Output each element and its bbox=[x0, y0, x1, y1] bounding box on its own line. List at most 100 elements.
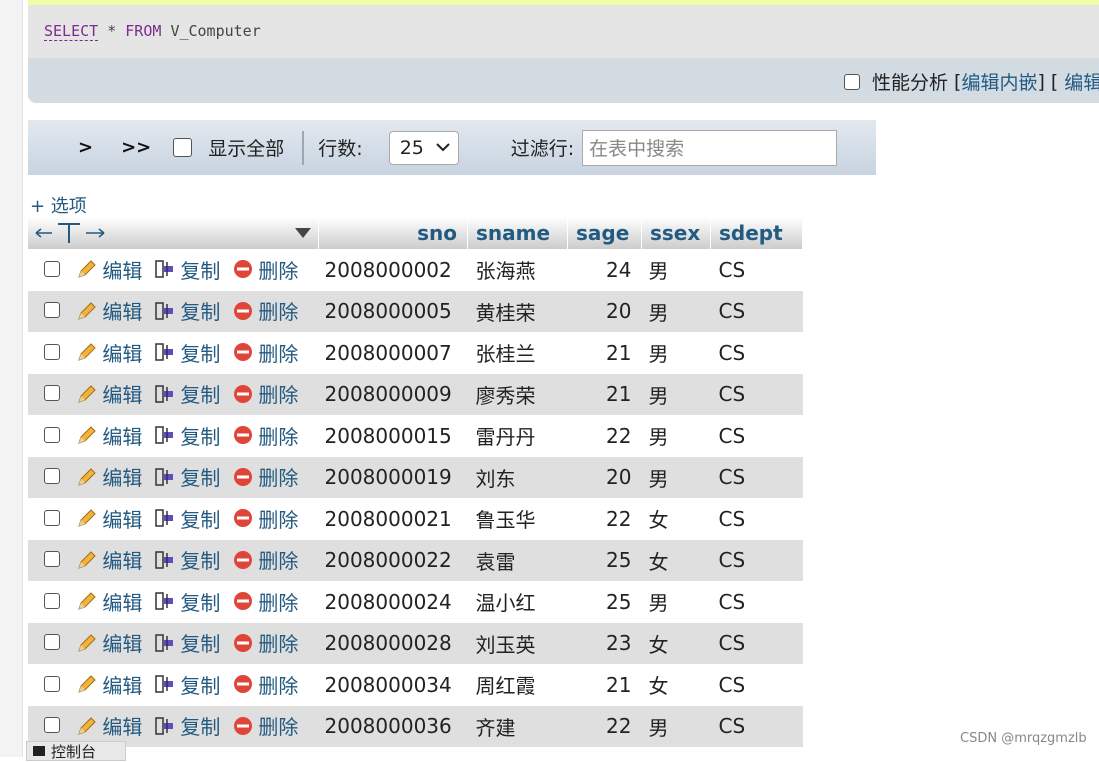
row-copy-button[interactable]: 复制 bbox=[154, 670, 220, 699]
cell-sno[interactable]: 2008000019 bbox=[318, 456, 468, 498]
cell-sno[interactable]: 2008000036 bbox=[318, 705, 468, 747]
row-edit-button[interactable]: 编辑 bbox=[76, 296, 142, 325]
row-checkbox[interactable] bbox=[44, 551, 61, 568]
row-delete-button[interactable]: 删除 bbox=[232, 628, 298, 657]
cell-sno[interactable]: 2008000009 bbox=[318, 373, 468, 415]
cell-sdept[interactable]: CS bbox=[710, 539, 803, 581]
row-delete-button[interactable]: 删除 bbox=[232, 296, 298, 325]
cell-ssex[interactable]: 男 bbox=[641, 373, 711, 415]
cell-ssex[interactable]: 男 bbox=[641, 290, 711, 332]
column-header-sno[interactable]: sno bbox=[318, 217, 468, 249]
cell-sname[interactable]: 黄桂荣 bbox=[467, 290, 568, 332]
row-copy-button[interactable]: 复制 bbox=[154, 421, 220, 450]
row-checkbox[interactable] bbox=[44, 343, 61, 360]
row-checkbox[interactable] bbox=[44, 302, 61, 319]
cell-sname[interactable]: 鲁玉华 bbox=[467, 498, 568, 540]
console-tab[interactable]: 控制台 bbox=[26, 741, 126, 761]
row-edit-button[interactable]: 编辑 bbox=[76, 711, 142, 740]
row-copy-button[interactable]: 复制 bbox=[154, 462, 220, 491]
cell-sname[interactable]: 廖秀荣 bbox=[467, 373, 568, 415]
row-edit-button[interactable]: 编辑 bbox=[76, 338, 142, 367]
column-header-sdept[interactable]: sdept bbox=[710, 217, 803, 249]
cell-ssex[interactable]: 男 bbox=[641, 456, 711, 498]
row-copy-button[interactable]: 复制 bbox=[154, 587, 220, 616]
filter-rows-input[interactable]: 在表中搜索 bbox=[582, 129, 838, 166]
cell-sage[interactable]: 23 bbox=[567, 622, 642, 664]
cell-sage[interactable]: 20 bbox=[567, 290, 642, 332]
cell-sage[interactable]: 22 bbox=[567, 705, 642, 747]
cell-sname[interactable]: 齐建 bbox=[467, 705, 568, 747]
row-copy-button[interactable]: 复制 bbox=[154, 255, 220, 284]
row-delete-button[interactable]: 删除 bbox=[232, 462, 298, 491]
row-checkbox[interactable] bbox=[44, 260, 61, 277]
cell-sage[interactable]: 21 bbox=[567, 373, 642, 415]
row-edit-button[interactable]: 编辑 bbox=[76, 421, 142, 450]
row-edit-button[interactable]: 编辑 bbox=[76, 255, 142, 284]
cell-sage[interactable]: 21 bbox=[567, 332, 642, 374]
cell-sdept[interactable]: CS bbox=[710, 249, 803, 291]
row-delete-button[interactable]: 删除 bbox=[232, 545, 298, 574]
cell-sno[interactable]: 2008000034 bbox=[318, 664, 468, 706]
cell-sage[interactable]: 21 bbox=[567, 664, 642, 706]
row-copy-button[interactable]: 复制 bbox=[154, 296, 220, 325]
cell-ssex[interactable]: 女 bbox=[641, 539, 711, 581]
cell-sno[interactable]: 2008000005 bbox=[318, 290, 468, 332]
next-page-button[interactable]: > bbox=[78, 137, 93, 158]
row-copy-button[interactable]: 复制 bbox=[154, 379, 220, 408]
cell-sdept[interactable]: CS bbox=[710, 622, 803, 664]
cell-ssex[interactable]: 女 bbox=[641, 498, 711, 540]
row-checkbox[interactable] bbox=[44, 717, 61, 734]
cell-sname[interactable]: 张海燕 bbox=[467, 249, 568, 291]
cell-sage[interactable]: 24 bbox=[567, 249, 642, 291]
column-header-ssex[interactable]: ssex bbox=[641, 217, 711, 249]
cell-sname[interactable]: 周红霞 bbox=[467, 664, 568, 706]
cell-sdept[interactable]: CS bbox=[710, 290, 803, 332]
options-toggle[interactable]: + 选项 bbox=[30, 192, 87, 218]
cell-sage[interactable]: 22 bbox=[567, 415, 642, 457]
cell-sname[interactable]: 温小红 bbox=[467, 581, 568, 623]
cell-ssex[interactable]: 女 bbox=[641, 664, 711, 706]
row-edit-button[interactable]: 编辑 bbox=[76, 462, 142, 491]
row-delete-button[interactable]: 删除 bbox=[232, 421, 298, 450]
cell-sage[interactable]: 25 bbox=[567, 581, 642, 623]
row-edit-button[interactable]: 编辑 bbox=[76, 504, 142, 533]
last-page-button[interactable]: >> bbox=[121, 137, 151, 158]
cell-sno[interactable]: 2008000002 bbox=[318, 249, 468, 291]
cell-sname[interactable]: 张桂兰 bbox=[467, 332, 568, 374]
row-copy-button[interactable]: 复制 bbox=[154, 711, 220, 740]
cell-sdept[interactable]: CS bbox=[710, 705, 803, 747]
cell-sname[interactable]: 刘东 bbox=[467, 456, 568, 498]
row-delete-button[interactable]: 删除 bbox=[232, 255, 298, 284]
cell-ssex[interactable]: 男 bbox=[641, 332, 711, 374]
row-copy-button[interactable]: 复制 bbox=[154, 545, 220, 574]
row-copy-button[interactable]: 复制 bbox=[154, 338, 220, 367]
rows-select[interactable]: 25 bbox=[388, 130, 459, 165]
row-checkbox[interactable] bbox=[44, 468, 61, 485]
row-checkbox[interactable] bbox=[44, 385, 61, 402]
edit-query-link[interactable]: 编辑 bbox=[1064, 68, 1099, 95]
row-delete-button[interactable]: 删除 bbox=[232, 338, 298, 367]
row-copy-button[interactable]: 复制 bbox=[154, 504, 220, 533]
cell-sdept[interactable]: CS bbox=[710, 581, 803, 623]
row-delete-button[interactable]: 删除 bbox=[232, 587, 298, 616]
column-header-sage[interactable]: sage bbox=[567, 217, 642, 249]
cell-sage[interactable]: 25 bbox=[567, 539, 642, 581]
cell-ssex[interactable]: 男 bbox=[641, 581, 711, 623]
row-edit-button[interactable]: 编辑 bbox=[76, 628, 142, 657]
cell-sage[interactable]: 22 bbox=[567, 498, 642, 540]
row-delete-button[interactable]: 删除 bbox=[232, 504, 298, 533]
profiling-label[interactable]: 性能分析 bbox=[872, 68, 948, 95]
cell-sage[interactable]: 20 bbox=[567, 456, 642, 498]
show-all-checkbox[interactable] bbox=[173, 138, 193, 157]
row-edit-button[interactable]: 编辑 bbox=[76, 545, 142, 574]
row-edit-button[interactable]: 编辑 bbox=[76, 587, 142, 616]
cell-ssex[interactable]: 男 bbox=[641, 705, 711, 747]
cell-sname[interactable]: 袁雷 bbox=[467, 539, 568, 581]
cell-ssex[interactable]: 男 bbox=[641, 249, 711, 291]
cell-sdept[interactable]: CS bbox=[710, 664, 803, 706]
cell-sname[interactable]: 雷丹丹 bbox=[467, 415, 568, 457]
row-delete-button[interactable]: 删除 bbox=[232, 711, 298, 740]
row-delete-button[interactable]: 删除 bbox=[232, 670, 298, 699]
sql-query-text[interactable]: SELECT * FROM V_Computer bbox=[44, 22, 261, 41]
cell-sdept[interactable]: CS bbox=[710, 415, 803, 457]
